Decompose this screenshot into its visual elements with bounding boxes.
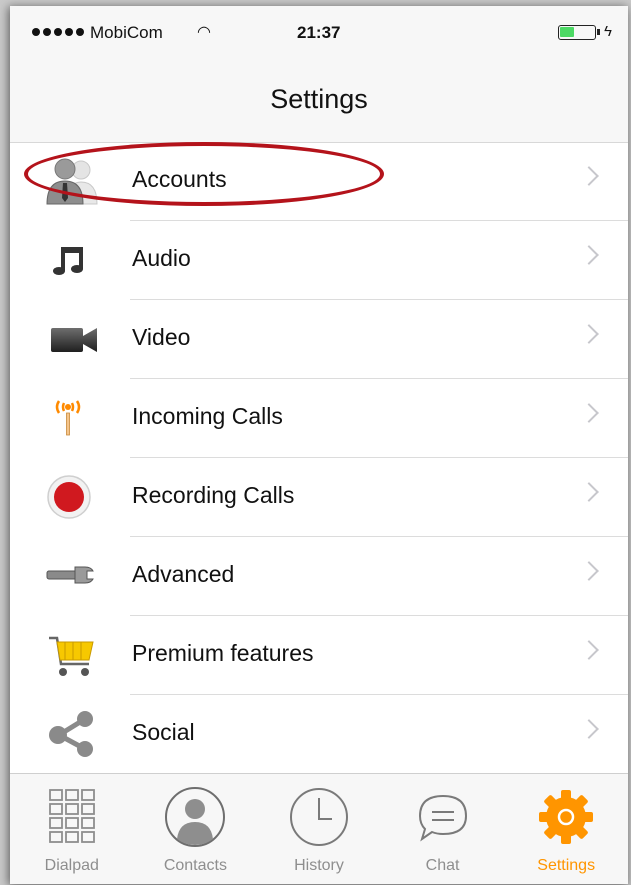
wifi-icon: ◠ — [197, 24, 211, 41]
contacts-icon — [165, 787, 226, 847]
settings-item-label: Advanced — [132, 561, 235, 587]
chat-bubble-icon — [418, 794, 467, 842]
settings-item-incoming-calls[interactable]: Incoming Calls — [10, 379, 628, 458]
chevron-right-icon — [579, 403, 599, 423]
chevron-right-icon — [579, 324, 599, 344]
tab-label: Chat — [425, 857, 460, 874]
navigation-bar: Settings — [10, 58, 628, 143]
video-camera-icon — [51, 328, 97, 352]
chevron-right-icon — [579, 561, 599, 581]
tab-label: Dialpad — [44, 857, 99, 874]
dialpad-icon — [48, 789, 95, 843]
status-time: 21:37 — [297, 23, 341, 42]
share-icon — [49, 711, 93, 757]
tab-settings[interactable]: Settings — [506, 774, 626, 884]
chevron-right-icon — [579, 640, 599, 660]
record-icon — [47, 475, 91, 519]
antenna-icon — [55, 400, 81, 436]
settings-item-label: Incoming Calls — [132, 403, 283, 429]
wrench-icon — [46, 566, 94, 584]
settings-item-label: Recording Calls — [132, 482, 295, 508]
tab-chat[interactable]: Chat — [383, 774, 503, 884]
clock-icon — [289, 788, 348, 846]
carrier-name: MobiCom — [90, 23, 163, 42]
signal-strength-icon — [32, 28, 84, 36]
music-note-icon — [53, 247, 83, 275]
settings-item-audio[interactable]: Audio — [10, 221, 628, 300]
chevron-right-icon — [579, 482, 599, 502]
charging-icon: ϟ — [604, 23, 612, 40]
chevron-right-icon — [579, 166, 599, 186]
gear-icon — [539, 790, 594, 844]
settings-item-premium-features[interactable]: Premium features — [10, 616, 628, 695]
tab-bar: Dialpad Contacts History Chat Settings — [10, 773, 628, 884]
settings-item-social[interactable]: Social — [10, 695, 628, 774]
settings-item-label: Premium features — [132, 640, 314, 666]
tab-label: Settings — [537, 857, 596, 874]
settings-list: Accounts Audio Video Incoming Calls Reco… — [10, 142, 628, 829]
settings-item-label: Video — [132, 324, 191, 350]
settings-item-advanced[interactable]: Advanced — [10, 537, 628, 616]
chevron-right-icon — [579, 719, 599, 739]
tab-label: Contacts — [163, 857, 227, 874]
highlight-ring — [24, 142, 384, 206]
settings-item-label: Social — [132, 719, 195, 745]
status-bar: MobiCom ◠ 21:37 ϟ — [10, 6, 628, 58]
settings-item-recording-calls[interactable]: Recording Calls — [10, 458, 628, 537]
page-title: Settings — [270, 84, 368, 114]
settings-item-label: Audio — [132, 245, 191, 271]
settings-item-video[interactable]: Video — [10, 300, 628, 379]
tab-label: History — [294, 857, 344, 874]
tab-history[interactable]: History — [259, 774, 379, 884]
battery-icon — [558, 25, 600, 40]
tab-dialpad[interactable]: Dialpad — [12, 774, 132, 884]
chevron-right-icon — [579, 245, 599, 265]
shopping-cart-icon — [49, 636, 94, 676]
phone-screen: MobiCom ◠ 21:37 ϟ Settings Accounts Audi… — [10, 6, 628, 884]
tab-contacts[interactable]: Contacts — [135, 774, 255, 884]
